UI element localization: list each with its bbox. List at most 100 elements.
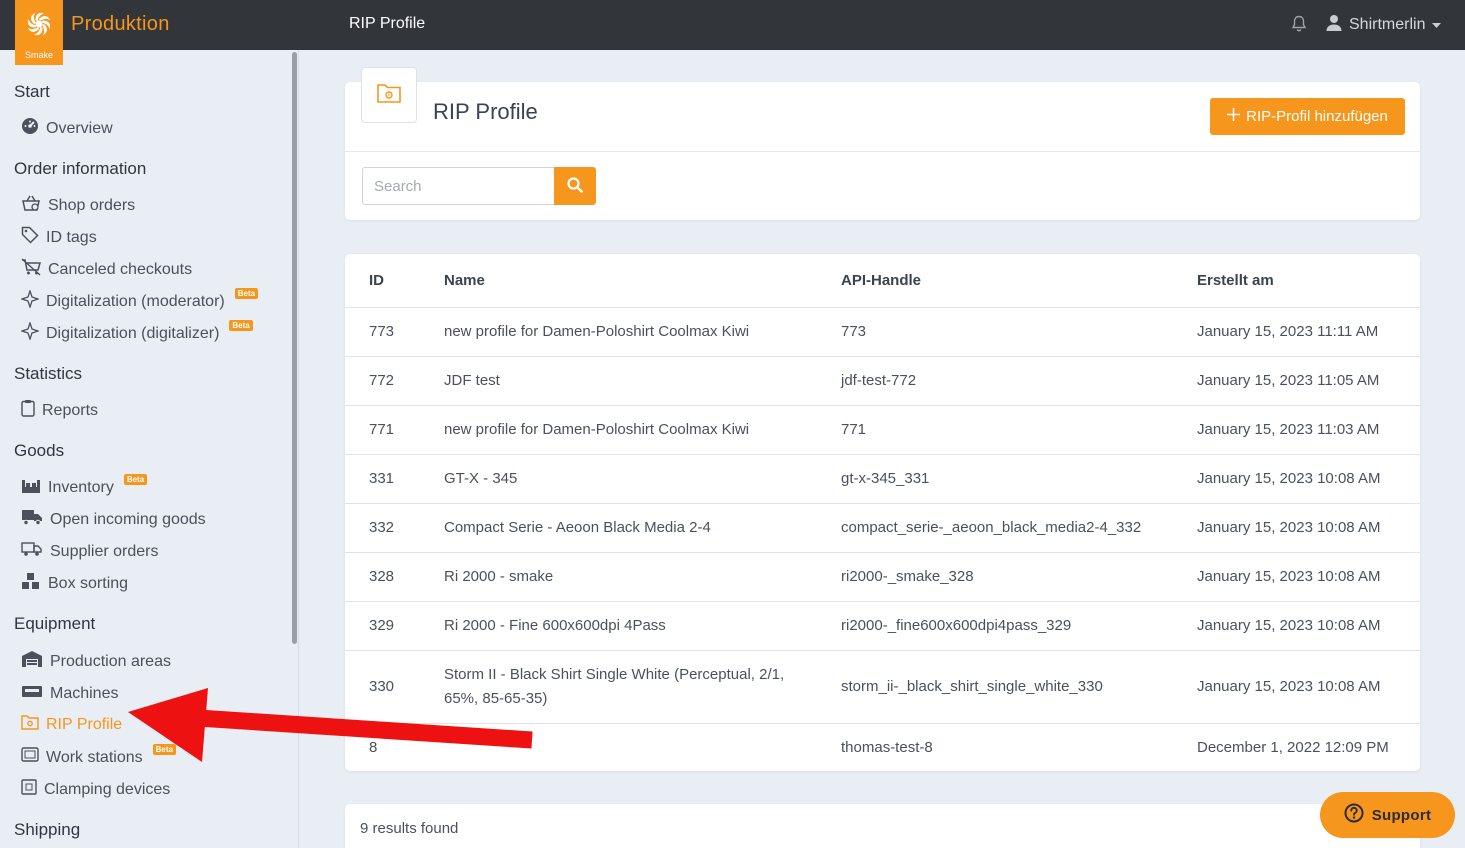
sidebar-item-label: Digitalization (digitalizer) (46, 324, 220, 342)
header-card: RIP Profile RIP-Profil hinzufügen (345, 67, 1420, 220)
help-icon (1344, 803, 1364, 827)
sidebar-item-overview[interactable]: Overview (21, 117, 113, 140)
page-title: RIP Profile (433, 99, 538, 124)
building-icon (21, 650, 43, 673)
results-count: 9 results found (360, 820, 459, 837)
table-row[interactable]: 329 Ri 2000 - Fine 600x600dpi 4Pass ri20… (345, 601, 1420, 651)
search-button[interactable] (554, 167, 596, 205)
table-card: ID Name API-Handle Erstellt am 773 new p… (345, 254, 1420, 771)
folder-gear-icon (376, 82, 402, 109)
table-row[interactable]: 330 Storm II - Black Shirt Single White … (345, 650, 1420, 724)
add-button-label: RIP-Profil hinzufügen (1246, 108, 1388, 125)
sidebar-item-work-stations[interactable]: Work stations Beta (21, 744, 176, 769)
sidebar-item-box-sorting[interactable]: Box sorting (21, 572, 128, 595)
sidebar-item-label: Reports (42, 401, 99, 419)
cell-created: January 15, 2023 10:08 AM (1197, 601, 1420, 651)
cell-name[interactable] (444, 723, 841, 771)
user-menu[interactable]: Shirtmerlin (1326, 14, 1442, 36)
sparkle-icon (19, 288, 41, 313)
sidebar-scrollbar[interactable] (292, 52, 297, 644)
cell-created: January 15, 2023 10:08 AM (1197, 650, 1420, 724)
section-title-statistics: Statistics (14, 364, 83, 383)
column-header-created[interactable]: Erstellt am (1197, 254, 1420, 308)
table-header-row: ID Name API-Handle Erstellt am (345, 254, 1420, 308)
user-name: Shirtmerlin (1349, 16, 1426, 33)
table-row[interactable]: 772 JDF test jdf-test-772 January 15, 20… (345, 356, 1420, 406)
cell-api-handle: compact_serie-_aeoon_black_media2-4_332 (841, 503, 1197, 553)
sidebar-item-canceled-checkouts[interactable]: Canceled checkouts (21, 258, 192, 281)
table-row[interactable]: 771 new profile for Damen-Poloshirt Cool… (345, 405, 1420, 455)
support-button[interactable]: Support (1320, 792, 1455, 838)
cell-name[interactable]: Ri 2000 - Fine 600x600dpi 4Pass (444, 601, 841, 651)
cell-id: 8 (369, 738, 378, 756)
cell-id: 331 (345, 454, 444, 504)
sidebar-item-machines[interactable]: Machines (21, 682, 118, 705)
warehouse-icon (21, 476, 41, 499)
cell-created: January 15, 2023 10:08 AM (1197, 503, 1420, 553)
sidebar-item-label: Supplier orders (50, 542, 159, 560)
rip-profile-table: ID Name API-Handle Erstellt am 773 new p… (345, 254, 1420, 771)
monitor-icon (21, 746, 39, 769)
cell-created: January 15, 2023 10:08 AM (1197, 454, 1420, 504)
table-row[interactable]: 8 thomas-test-8 December 1, 2022 12:09 P… (345, 723, 1420, 771)
sidebar-item-label: Production areas (50, 652, 171, 670)
sidebar-item-reports[interactable]: Reports (21, 399, 98, 422)
cell-name[interactable]: GT-X - 345 (444, 454, 841, 504)
supplier-icon (21, 540, 43, 563)
section-title-equipment: Equipment (14, 614, 96, 633)
cell-id: 772 (345, 356, 444, 406)
sidebar-item-open-incoming-goods[interactable]: Open incoming goods (21, 508, 206, 531)
sidebar-item-digitalization-moderator[interactable]: Digitalization (moderator) Beta (19, 288, 259, 313)
table-row[interactable]: 328 Ri 2000 - smake ri2000-_smake_328 Ja… (345, 552, 1420, 602)
page-icon-box (361, 67, 417, 123)
sidebar-item-rip-profile[interactable]: RIP Profile (21, 714, 122, 735)
cell-api-handle: gt-x-345_331 (841, 454, 1197, 504)
boxes-icon (21, 572, 41, 595)
bell-icon[interactable] (1291, 15, 1307, 38)
sidebar-item-shop-orders[interactable]: Shop orders (21, 194, 135, 217)
sidebar-item-id-tags[interactable]: ID tags (21, 226, 97, 249)
column-header-api-handle[interactable]: API-Handle (841, 254, 1197, 308)
cart-x-icon (21, 258, 41, 281)
table-row[interactable]: 773 new profile for Damen-Poloshirt Cool… (345, 307, 1420, 357)
section-title-start: Start (14, 82, 50, 101)
clipboard-icon (21, 399, 35, 422)
sidebar-item-production-areas[interactable]: Production areas (21, 650, 171, 673)
sidebar-item-label: Clamping devices (44, 780, 171, 798)
cell-created: January 15, 2023 11:11 AM (1197, 307, 1420, 357)
cell-name[interactable]: Ri 2000 - smake (444, 552, 841, 602)
table-row[interactable]: 331 GT-X - 345 gt-x-345_331 January 15, … (345, 454, 1420, 504)
support-label: Support (1371, 806, 1432, 824)
cell-id: 329 (345, 601, 444, 651)
logo[interactable]: Smake (15, 0, 63, 65)
sidebar-item-label: Canceled checkouts (48, 260, 193, 278)
sidebar-item-inventory[interactable]: Inventory Beta (21, 474, 148, 499)
search-input[interactable] (362, 167, 555, 205)
sidebar-item-label: Digitalization (moderator) (46, 292, 225, 310)
sidebar-item-clamping-devices[interactable]: Clamping devices (21, 778, 170, 801)
column-header-name[interactable]: Name (444, 254, 841, 308)
cell-name[interactable]: Compact Serie - Aeoon Black Media 2-4 (444, 503, 841, 553)
table-row[interactable]: 332 Compact Serie - Aeoon Black Media 2-… (345, 503, 1420, 553)
cell-created: January 15, 2023 11:03 AM (1197, 405, 1420, 455)
basket-icon (21, 194, 41, 217)
app-brand: Produktion (71, 13, 170, 35)
beta-badge: Beta (229, 320, 253, 331)
cell-id: 328 (345, 552, 444, 602)
cell-created: December 1, 2022 12:09 PM (1197, 738, 1389, 756)
sidebar-item-digitalization-digitalizer[interactable]: Digitalization (digitalizer) Beta (19, 320, 253, 345)
cell-name[interactable]: new profile for Damen-Poloshirt Coolmax … (444, 307, 841, 357)
cell-name[interactable]: Storm II - Black Shirt Single White (Per… (444, 650, 841, 724)
cell-name[interactable]: JDF test (444, 356, 841, 406)
column-header-id[interactable]: ID (345, 254, 444, 308)
sidebar-item-label: ID tags (46, 228, 97, 246)
cell-api-handle: ri2000-_fine600x600dpi4pass_329 (841, 601, 1197, 651)
add-rip-profile-button[interactable]: RIP-Profil hinzufügen (1210, 98, 1405, 135)
cell-name[interactable]: new profile for Damen-Poloshirt Coolmax … (444, 405, 841, 455)
beta-badge: Beta (152, 744, 176, 755)
sidebar-item-label: Machines (50, 684, 119, 702)
tag-icon (21, 226, 39, 249)
sidebar-item-supplier-orders[interactable]: Supplier orders (21, 540, 159, 563)
user-icon (1326, 14, 1342, 36)
dashboard-icon (21, 117, 39, 140)
